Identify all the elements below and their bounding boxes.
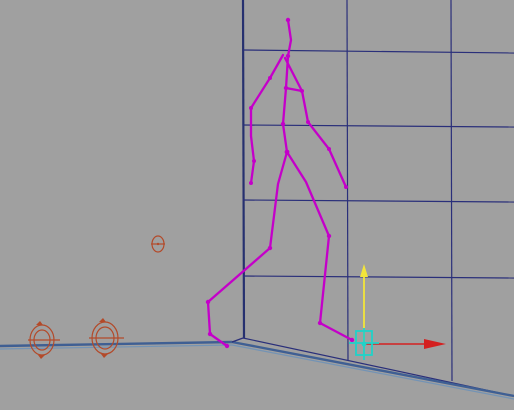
rotate-control-icon-a[interactable] (151, 235, 165, 253)
back-wall-grid (241, 0, 514, 397)
character-skeleton[interactable] (205, 17, 355, 349)
x-axis-arrow-icon[interactable] (424, 339, 446, 349)
gizmo-center-handle[interactable] (361, 341, 367, 347)
rotate-control-icon-c[interactable] (89, 318, 124, 358)
scene-canvas[interactable] (0, 0, 514, 410)
3d-viewport[interactable] (0, 0, 514, 410)
floor-horizon (0, 337, 514, 400)
rotate-control-icon-b[interactable] (28, 321, 60, 359)
translate-gizmo[interactable] (349, 264, 446, 360)
y-axis-arrow-icon[interactable] (360, 264, 368, 277)
